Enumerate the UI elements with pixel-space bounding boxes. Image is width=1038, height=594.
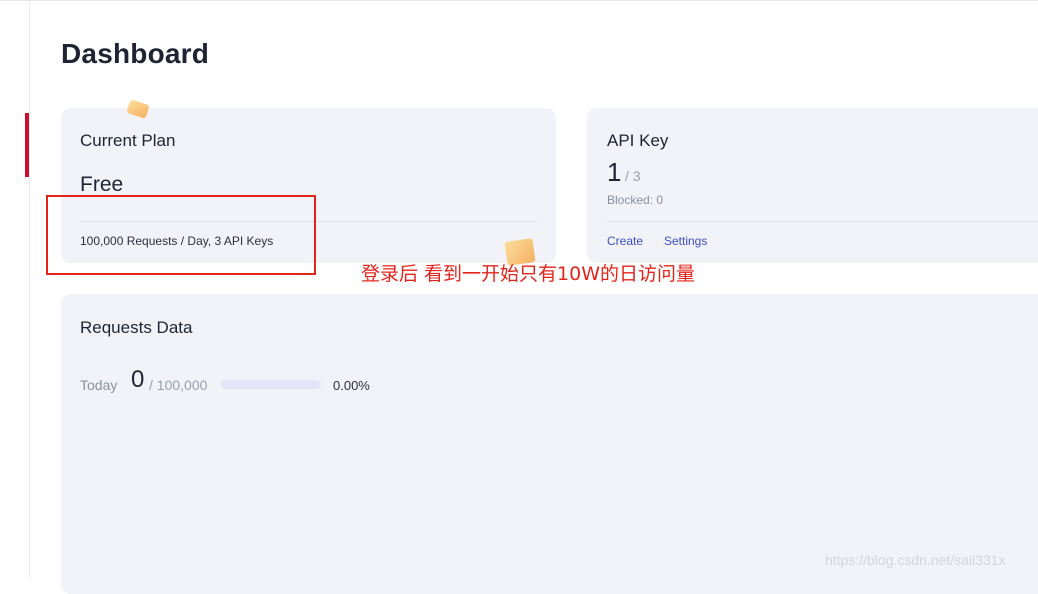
- api-key-heading: API Key: [607, 131, 669, 150]
- sidebar-edge: [29, 0, 30, 579]
- sidebar-active-indicator: [25, 113, 29, 177]
- today-request-count: 0: [131, 366, 145, 393]
- today-label: Today: [80, 377, 118, 393]
- requests-progress-bar: [221, 380, 321, 389]
- top-border: [0, 0, 1038, 1]
- requests-data-heading: Requests Data: [80, 318, 193, 337]
- annotation-highlight-box: [46, 195, 316, 275]
- api-key-total: / 3: [625, 168, 641, 184]
- requests-progress-percent: 0.00%: [333, 378, 370, 393]
- create-api-key-link[interactable]: Create: [607, 234, 643, 248]
- api-key-settings-link[interactable]: Settings: [664, 234, 707, 248]
- requests-data-card: Requests Data Today 0 / 100,000 0.00%: [61, 294, 1038, 594]
- api-key-count: 1: [607, 157, 622, 187]
- api-key-blocked: Blocked: 0: [607, 193, 664, 207]
- current-plan-heading: Current Plan: [80, 131, 176, 150]
- api-key-card: API Key 1 / 3 Blocked: 0 Create Settings: [587, 108, 1038, 263]
- today-request-limit: / 100,000: [149, 377, 208, 393]
- page-title: Dashboard: [61, 38, 210, 69]
- annotation-text: 登录后 看到一开始只有10W的日访问量: [361, 263, 696, 285]
- divider: [607, 221, 1038, 222]
- watermark: https://blog.csdn.net/sail331x: [825, 552, 1006, 568]
- plan-name: Free: [80, 173, 124, 196]
